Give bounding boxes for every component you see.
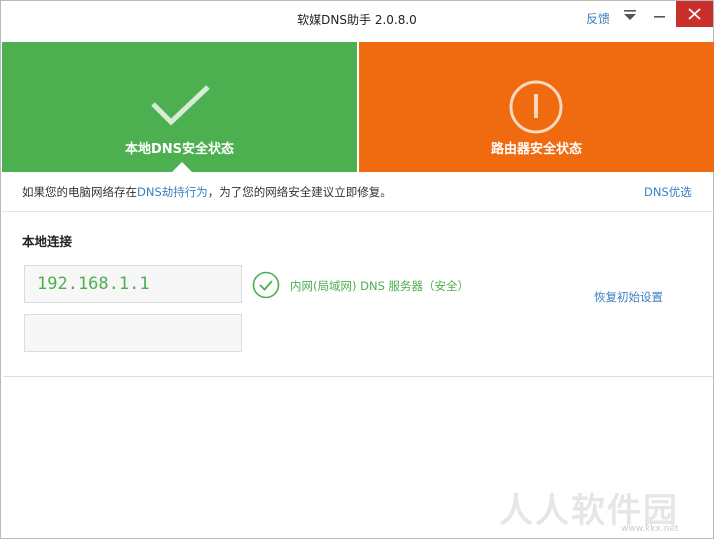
exclamation-circle-icon (509, 80, 563, 134)
chevron-down-icon (624, 10, 636, 20)
watermark-url: www.kkx.net (621, 524, 679, 534)
close-icon (688, 8, 701, 20)
tile-router-label: 路由器安全状态 (490, 142, 582, 157)
check-circle-icon (252, 271, 280, 299)
close-button[interactable] (676, 1, 713, 27)
notice-text: 如果您的电脑网络存在DNS劫持行为，为了您的网络安全建议立即修复。 (22, 184, 392, 200)
notice-text-before: 如果您的电脑网络存在 (22, 185, 137, 199)
dns-hijack-link[interactable]: DNS劫持行为 (137, 185, 208, 199)
secondary-dns-input[interactable] (24, 314, 242, 352)
selected-tab-pointer (172, 162, 192, 172)
primary-dns-input[interactable] (24, 265, 242, 303)
notice-text-after: ，为了您的网络安全建议立即修复。 (207, 185, 392, 199)
minimize-icon (654, 16, 665, 18)
check-icon (151, 85, 210, 126)
menu-button[interactable] (619, 7, 641, 25)
app-window: 软媒DNS助手 2.0.8.0 反馈 本地DNS安全状态 路由器安全状态 如果您… (0, 0, 714, 539)
title-bar: 软媒DNS助手 2.0.8.0 反馈 (1, 1, 713, 41)
local-connection-title: 本地连接 (22, 234, 73, 249)
divider (3, 376, 713, 377)
restore-default-link[interactable]: 恢复初始设置 (594, 289, 663, 305)
tile-local-label: 本地DNS安全状态 (124, 142, 235, 157)
minimize-button[interactable] (646, 5, 672, 25)
dns-status-text: 内网(局域网) DNS 服务器（安全） (290, 279, 470, 293)
notice-bar: 如果您的电脑网络存在DNS劫持行为，为了您的网络安全建议立即修复。 DNS优选 (2, 172, 714, 212)
tile-local-dns-status[interactable]: 本地DNS安全状态 (2, 42, 357, 172)
tile-router-status[interactable]: 路由器安全状态 (359, 42, 714, 172)
feedback-link[interactable]: 反馈 (586, 10, 610, 27)
dns-optimize-link[interactable]: DNS优选 (644, 184, 692, 200)
